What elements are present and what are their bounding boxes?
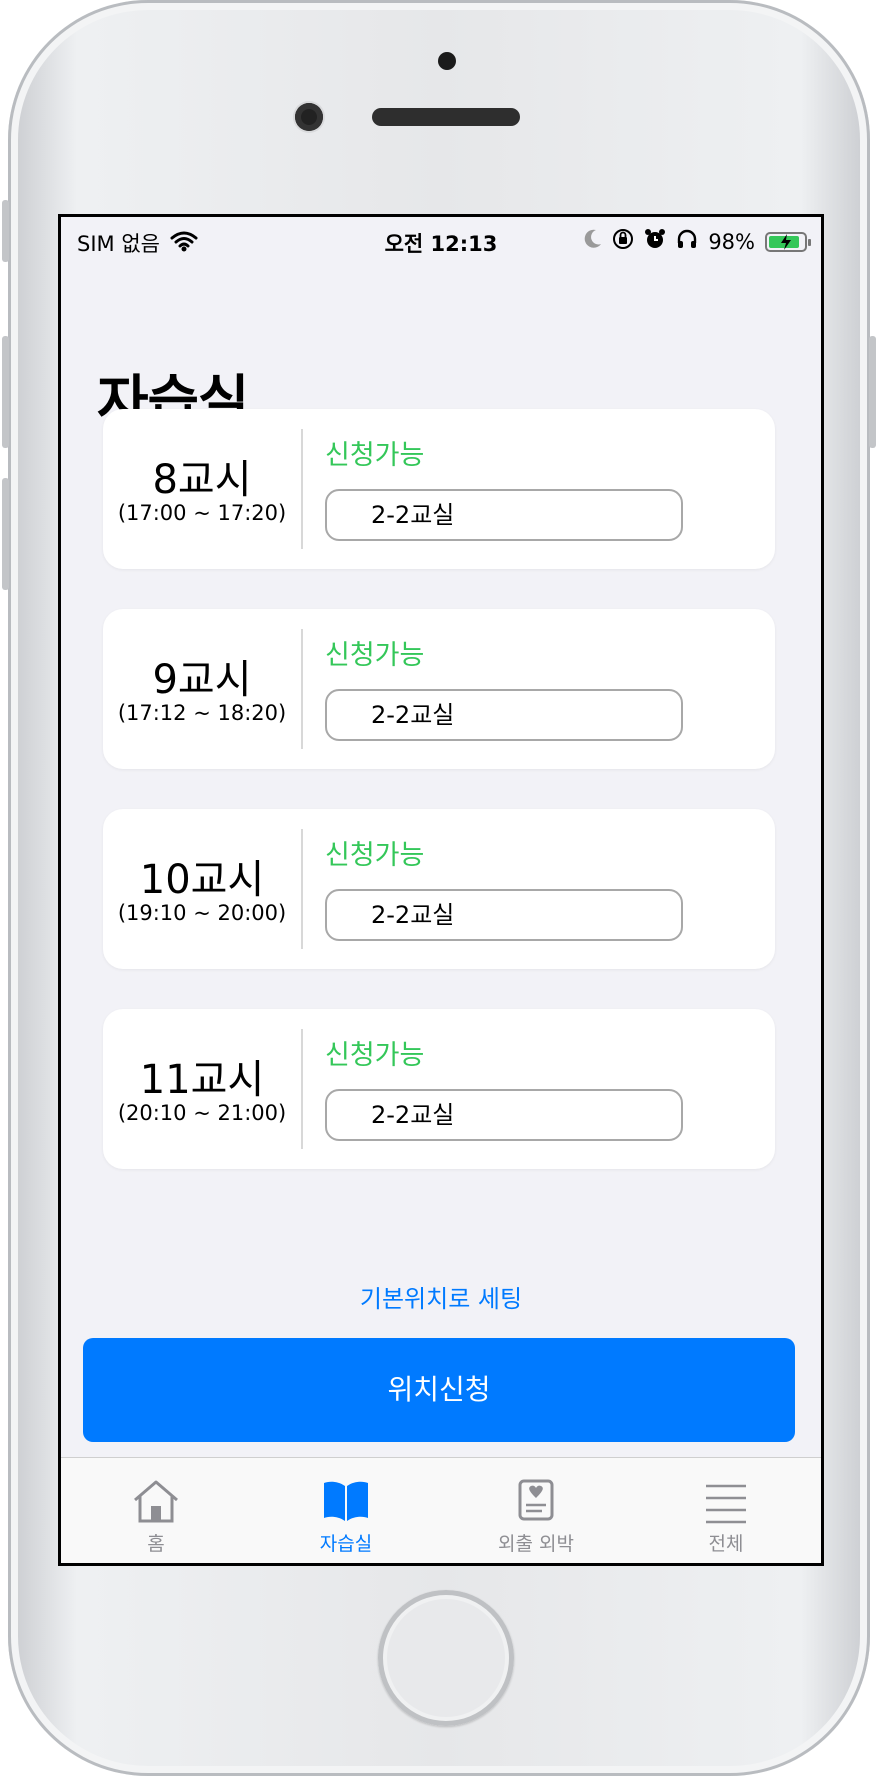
mute-switch [2,200,9,262]
divider [301,429,303,549]
menu-icon [706,1484,746,1524]
study-slot-card: 11교시 (20:10 ~ 21:00) 신청가능 2-2교실 [103,1009,775,1169]
room-select[interactable]: 2-2교실 [325,689,683,741]
volume-up-button [2,336,9,448]
reset-default-location-link[interactable]: 기본위치로 세팅 [61,1279,821,1314]
tab-label: 자습실 [319,1533,373,1555]
battery-percent: 98% [708,229,755,254]
period-label: 10교시 [139,857,265,903]
room-select[interactable]: 2-2교실 [325,1089,683,1141]
proximity-sensor [438,52,456,70]
divider [301,1029,303,1149]
alarm-icon [644,228,666,255]
front-camera [295,103,323,131]
volume-down-button [2,478,9,590]
tab-home[interactable]: 홈 [61,1458,251,1563]
tab-label: 전체 [708,1533,744,1555]
battery-charging-icon [765,231,811,252]
room-select[interactable]: 2-2교실 [325,489,683,541]
tab-bar: 홈 자습실 외출 외박 전체 [61,1457,821,1563]
screen: SIM 없음 오전 12:13 98% 자습실 8교시 (17:00 ~ 17:… [58,214,824,1566]
period-time: (20:10 ~ 21:00) [117,1101,287,1125]
tab-label: 외출 외박 [498,1533,574,1555]
period-time: (17:00 ~ 17:20) [117,501,287,525]
tab-all[interactable]: 전체 [631,1458,821,1563]
period-label: 11교시 [139,1057,265,1103]
availability-status: 신청가능 [325,440,425,471]
divider [301,629,303,749]
period-time: (17:12 ~ 18:20) [117,701,287,725]
tab-study-room[interactable]: 자습실 [251,1458,441,1563]
availability-status: 신청가능 [325,840,425,871]
study-slot-card: 9교시 (17:12 ~ 18:20) 신청가능 2-2교실 [103,609,775,769]
id-card-icon [518,1479,554,1521]
headphones-icon [676,228,698,255]
moon-icon [584,229,602,254]
power-button [869,336,876,448]
apply-location-button[interactable]: 위치신청 [83,1338,795,1442]
status-bar: SIM 없음 오전 12:13 98% [61,217,821,265]
earpiece-speaker [372,108,520,126]
availability-status: 신청가능 [325,640,425,671]
tab-label: 홈 [147,1533,165,1555]
home-icon [134,1480,178,1523]
book-icon [324,1481,368,1521]
study-slot-card: 10교시 (19:10 ~ 20:00) 신청가능 2-2교실 [103,809,775,969]
period-time: (19:10 ~ 20:00) [117,901,287,925]
period-label: 9교시 [152,657,252,703]
study-slot-card: 8교시 (17:00 ~ 17:20) 신청가능 2-2교실 [103,409,775,569]
home-button[interactable] [378,1590,514,1726]
availability-status: 신청가능 [325,1040,425,1071]
orientation-lock-icon [612,228,634,255]
divider [301,829,303,949]
room-select[interactable]: 2-2교실 [325,889,683,941]
tab-outing[interactable]: 외출 외박 [441,1458,631,1563]
period-label: 8교시 [152,457,252,503]
